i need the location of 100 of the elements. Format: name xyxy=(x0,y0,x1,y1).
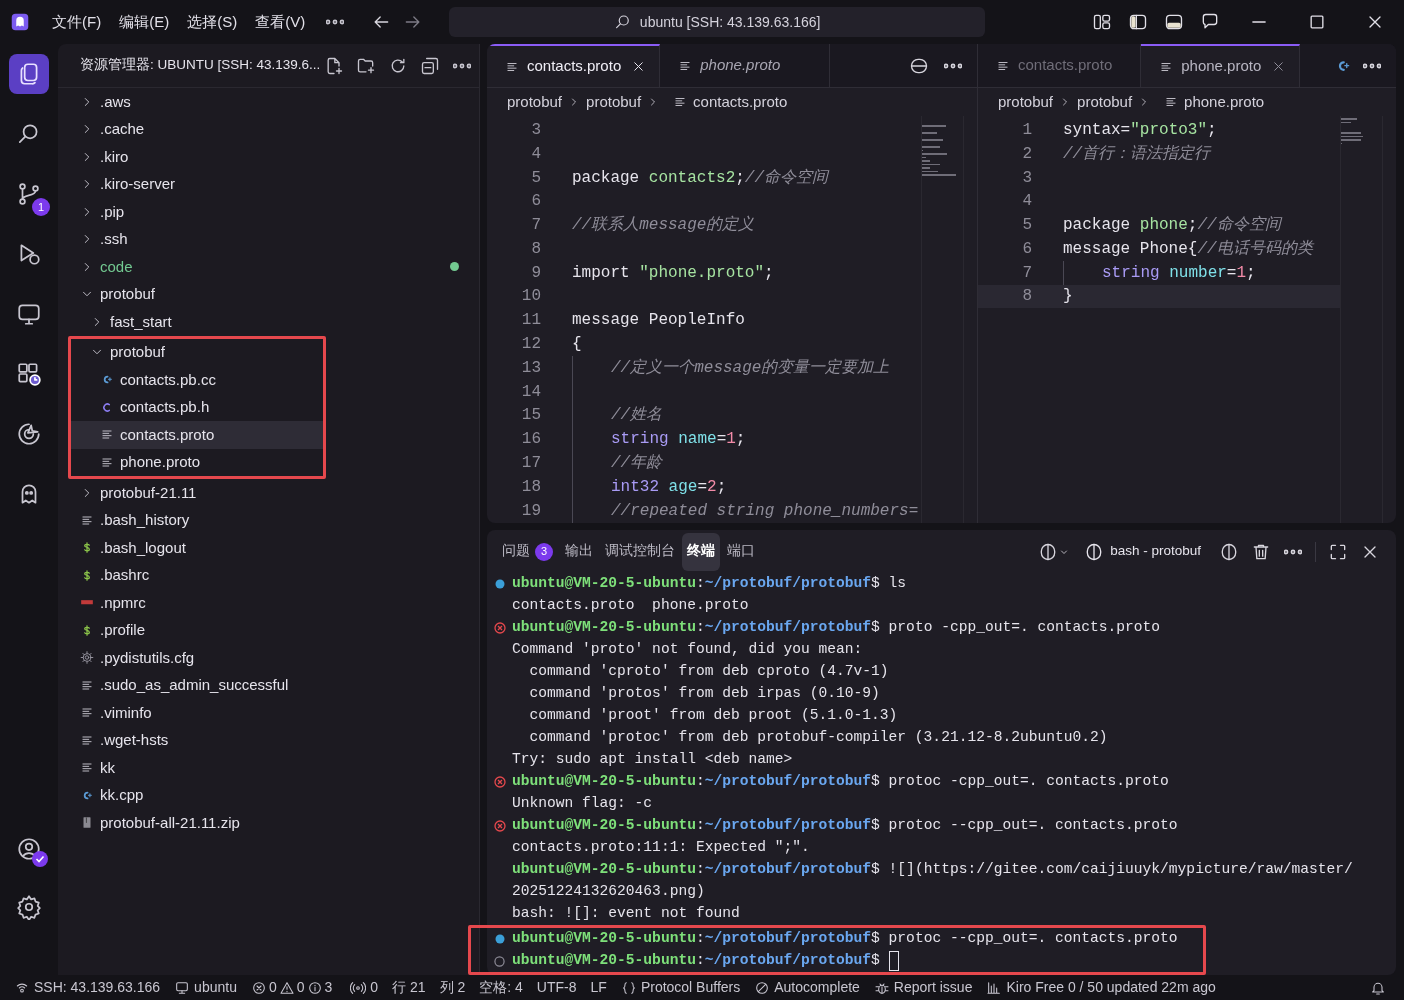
tree-item[interactable]: kk xyxy=(58,754,479,782)
tree-item[interactable]: code xyxy=(58,253,479,281)
tree-item[interactable]: .kiro-server xyxy=(58,170,479,198)
bar-chart-icon xyxy=(986,979,1003,996)
tree-item[interactable]: .kiro xyxy=(58,143,479,171)
panel-toggle-icon xyxy=(1164,12,1184,32)
panel-tab[interactable]: 调试控制台 xyxy=(600,532,680,571)
status-item[interactable]: LF xyxy=(590,977,607,998)
tree-item-label: .profile xyxy=(100,620,146,640)
status-item[interactable]: Report issue xyxy=(873,977,973,998)
line-number: 6 xyxy=(530,191,541,213)
line-number: 1 xyxy=(1021,119,1032,141)
status-item[interactable]: SSH: 43.139.63.166 xyxy=(14,977,161,998)
status-item[interactable]: ubuntu xyxy=(174,977,237,998)
tree-item[interactable]: .cache xyxy=(58,115,479,143)
tree-item[interactable]: contacts.proto xyxy=(71,421,323,449)
tab-label: contacts.proto xyxy=(1018,55,1113,76)
line-number: 3 xyxy=(1021,167,1032,189)
tree-item-label: kk.cpp xyxy=(100,785,144,805)
tree-item[interactable]: .profile xyxy=(58,616,479,644)
code-line: string name=1; xyxy=(611,429,746,451)
terminal-line: ubuntu@VM-20-5-ubuntu:~/protobuf/protobuf$ ![](https://gitee.com/caijiuuyk/mypicture/raw/master/ xyxy=(512,860,1353,880)
line-number: 6 xyxy=(1021,238,1032,260)
terminal-line: command 'proot' from deb proot (5.1.0-1.3) xyxy=(528,706,898,726)
code-line: syntax="proto3"; xyxy=(1063,119,1217,141)
tree-item-label: .bash_logout xyxy=(100,537,186,558)
tab-label: contacts.proto xyxy=(527,56,622,77)
terminal-line: contacts.proto:11:1: Expected ";". xyxy=(512,838,810,858)
breadcrumb[interactable]: protobuf xyxy=(1077,90,1133,114)
status-item[interactable]: 列 2 xyxy=(439,977,466,998)
editor-tab[interactable]: phone.proto xyxy=(1141,44,1301,87)
breadcrumb[interactable]: protobuf xyxy=(998,90,1054,114)
breadcrumb[interactable]: protobuf xyxy=(507,90,563,114)
tree-item[interactable]: .bash_logout xyxy=(58,534,479,562)
menu-item[interactable]: 编辑(E) xyxy=(113,10,176,34)
tree-item[interactable]: .npmrc xyxy=(58,589,479,617)
status-item[interactable]: UTF-8 xyxy=(536,977,577,998)
count-badge: 3 xyxy=(535,542,553,561)
tree-item-label: protobuf-21.11 xyxy=(100,482,197,503)
tree-item-label: contacts.pb.cc xyxy=(120,369,216,390)
status-item[interactable]: 0 xyxy=(350,977,379,998)
terminal-line: ubuntu@VM-20-5-ubuntu:~/protobuf/protobuf$ protoc --cpp_out=. contacts.proto xyxy=(512,816,1178,836)
warning-icon xyxy=(278,979,295,996)
collapse-icon xyxy=(420,55,441,76)
tree-item[interactable]: contacts.pb.cc xyxy=(71,366,323,394)
terminal-selector[interactable]: bash - protobuf xyxy=(1084,541,1201,562)
braces-icon xyxy=(620,979,637,996)
search-label: ubuntu [SSH: 43.139.63.166] xyxy=(639,12,821,32)
tree-item[interactable]: protobuf xyxy=(58,280,479,308)
tree-item-label: .pydistutils.cfg xyxy=(100,647,195,668)
code-line: import "phone.proto"; xyxy=(572,262,774,284)
tree-item-label: .wget-hsts xyxy=(100,730,169,750)
menu-item[interactable]: 文件(F) xyxy=(46,10,108,34)
panel-tab[interactable]: 端口 xyxy=(722,532,760,571)
tree-item[interactable]: .viminfo xyxy=(58,699,479,727)
breadcrumb[interactable]: contacts.proto xyxy=(693,90,788,114)
tree-item[interactable]: .pip xyxy=(58,198,479,226)
tree-item-label: phone.proto xyxy=(120,452,201,472)
tree-item[interactable]: protobuf-21.11 xyxy=(58,479,479,507)
editor-tab[interactable]: phone.proto xyxy=(660,44,831,87)
panel-tab[interactable]: 终端 xyxy=(682,532,720,571)
terminal-line: Command 'proto' not found, did you mean: xyxy=(512,640,863,660)
line-number: 8 xyxy=(530,238,541,260)
breadcrumb[interactable]: phone.proto xyxy=(1184,90,1265,114)
tree-item[interactable]: fast_start xyxy=(58,308,479,336)
panel-tab[interactable]: 输出 xyxy=(560,532,598,571)
minimize-icon xyxy=(1252,20,1266,24)
tree-item[interactable]: .sudo_as_admin_successful xyxy=(58,671,479,699)
status-item[interactable]: 空格: 4 xyxy=(479,977,523,998)
tree-item[interactable]: .pydistutils.cfg xyxy=(58,644,479,672)
tree-item-label: .viminfo xyxy=(100,702,152,723)
problems-status[interactable]: 0 0 3 xyxy=(250,977,333,998)
line-number: 15 xyxy=(520,405,541,427)
breadcrumb[interactable]: protobuf xyxy=(586,90,642,114)
status-item[interactable]: Kiro Free 0 / 50 updated 22m ago xyxy=(986,977,1216,998)
tree-item[interactable]: kk.cpp xyxy=(58,781,479,809)
tab-label: phone.proto xyxy=(1181,56,1262,77)
tree-item[interactable]: .bashrc xyxy=(58,561,479,589)
line-number: 12 xyxy=(520,334,541,356)
activity-branch-button[interactable]: 1 xyxy=(9,174,49,214)
command-center-search[interactable]: ubuntu [SSH: 43.139.63.166] xyxy=(449,7,986,37)
menu-item[interactable]: 查看(V) xyxy=(249,10,312,34)
tree-item[interactable]: .wget-hsts xyxy=(58,726,479,754)
tree-item[interactable]: protobuf-all-21.11.zip xyxy=(58,809,479,837)
tree-item[interactable]: .aws xyxy=(58,88,479,116)
tree-item[interactable]: contacts.pb.h xyxy=(71,393,323,421)
tree-item[interactable]: phone.proto xyxy=(71,448,323,476)
command-error-icon xyxy=(493,820,506,832)
status-item[interactable]: Autocomplete xyxy=(754,977,860,998)
gear-icon xyxy=(80,650,94,666)
activity-files-button[interactable] xyxy=(9,54,49,94)
tree-item[interactable]: .ssh xyxy=(58,225,479,253)
editor-tab[interactable]: contacts.proto xyxy=(487,44,661,87)
menu-item[interactable]: 选择(S) xyxy=(181,10,244,34)
panel-tab[interactable]: 问题 3 xyxy=(497,532,558,571)
status-item[interactable]: 行 21 xyxy=(392,977,426,998)
tree-item[interactable]: protobuf xyxy=(71,338,323,366)
info-icon xyxy=(306,979,323,996)
status-item[interactable]: Protocol Buffers xyxy=(620,977,741,998)
tree-item[interactable]: .bash_history xyxy=(58,506,479,534)
